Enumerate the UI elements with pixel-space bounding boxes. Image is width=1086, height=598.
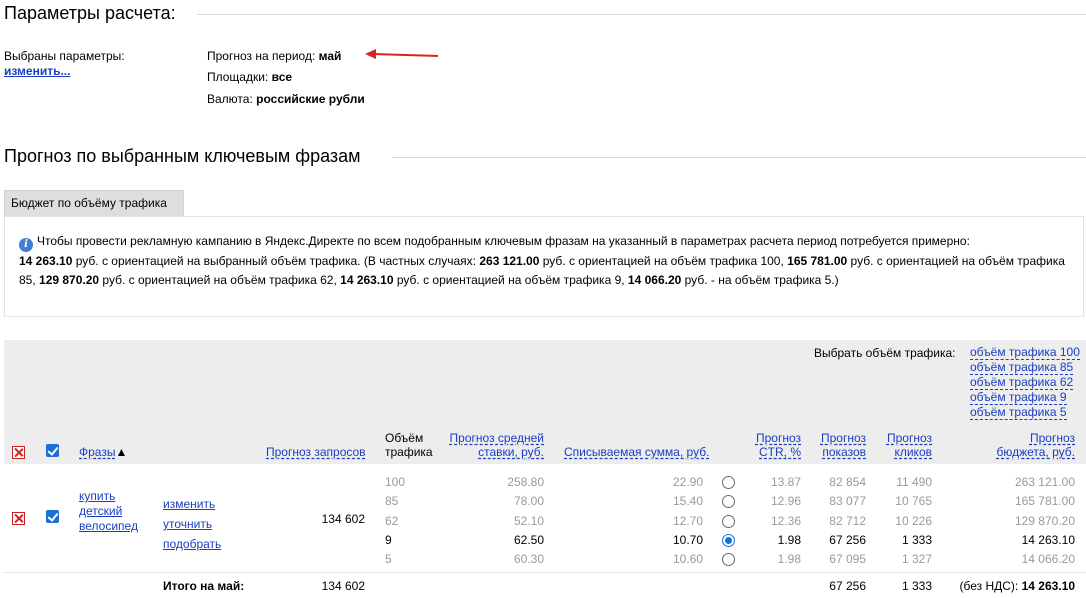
row-budget: 14 263.10 — [1021, 533, 1075, 547]
traffic-select-label: Выбрать объём трафика: — [814, 346, 956, 360]
row-bid: 62.50 — [513, 533, 544, 547]
row-clicks: 1 333 — [901, 533, 932, 547]
traffic-option-85[interactable]: объём трафика 85 — [970, 360, 1074, 375]
row-charge: 10.60 — [672, 552, 703, 566]
row-traffic: 85 — [385, 494, 399, 508]
traffic-option-9[interactable]: объём трафика 9 — [970, 390, 1067, 405]
total-label: Итого на май: — [163, 579, 245, 593]
phrase-actions: изменить уточнить подобрать — [163, 494, 221, 554]
total-divider — [4, 572, 1086, 573]
divider — [392, 157, 1086, 158]
budget-header[interactable]: Прогноз бюджета, руб. — [960, 431, 1076, 459]
params-heading: Параметры расчета: — [4, 3, 176, 23]
platforms-value: все — [271, 70, 293, 84]
row-budget: 263 121.00 — [1014, 475, 1075, 489]
traffic-option-5[interactable]: объём трафика 5 — [970, 405, 1067, 420]
select-all-checkbox[interactable] — [46, 444, 59, 457]
traffic-radio[interactable] — [722, 534, 735, 547]
traffic-radio[interactable] — [722, 495, 735, 508]
delete-all-checkbox[interactable] — [12, 446, 25, 459]
period-label: Прогноз на период: — [207, 49, 316, 63]
currency-line: Валюта: российские рубли — [207, 92, 365, 106]
ctr-header[interactable]: Прогноз CTR, % — [730, 431, 801, 459]
row-charge: 12.70 — [672, 514, 703, 528]
row-bid: 258.80 — [507, 475, 544, 489]
total-budget: (без НДС): 14 263.10 — [959, 579, 1075, 593]
period-value: май — [318, 49, 342, 63]
row-impressions: 83 077 — [829, 494, 866, 508]
row-budget: 14 066.20 — [1021, 552, 1075, 566]
row-ctr: 1.98 — [777, 552, 801, 566]
row-traffic: 9 — [385, 533, 392, 547]
charge-header[interactable]: Списываемая сумма, руб. — [564, 445, 709, 459]
traffic-radio[interactable] — [722, 553, 735, 566]
red-arrow-annotation — [365, 49, 439, 59]
row-bid: 60.30 — [513, 552, 544, 566]
delete-phrase-checkbox[interactable] — [12, 512, 25, 525]
row-clicks: 1 327 — [901, 552, 932, 566]
phrases-header[interactable]: Фразы▲ — [79, 445, 127, 459]
platforms-label: Площадки: — [207, 70, 269, 84]
row-charge: 10.70 — [672, 533, 703, 547]
platforms-line: Площадки: все — [207, 70, 292, 84]
row-traffic: 5 — [385, 552, 392, 566]
row-ctr: 1.98 — [777, 533, 801, 547]
row-charge: 22.90 — [672, 475, 703, 489]
sort-asc-icon: ▲ — [115, 445, 128, 459]
phrase-checkbox[interactable] — [46, 510, 59, 523]
traffic-radio[interactable] — [722, 515, 735, 528]
currency-value: российские рубли — [256, 92, 365, 106]
impressions-header[interactable]: Прогноз показов — [800, 431, 866, 459]
total-requests: 134 602 — [321, 579, 365, 593]
total-impressions: 67 256 — [829, 579, 866, 593]
phrase-requests: 134 602 — [321, 512, 365, 526]
phrase-text[interactable]: купить детский велосипед — [79, 489, 138, 534]
requests-header[interactable]: Прогноз запросов — [266, 445, 366, 459]
total-clicks: 1 333 — [901, 579, 932, 593]
row-traffic: 100 — [385, 475, 406, 489]
row-clicks: 11 490 — [896, 475, 932, 489]
period-line: Прогноз на период: май — [207, 49, 341, 63]
traffic-option-62[interactable]: объём трафика 62 — [970, 375, 1074, 390]
forecast-heading: Прогноз по выбранным ключевым фразам — [4, 146, 361, 166]
selected-params-label: Выбраны параметры: — [4, 49, 125, 63]
tab-budget-by-traffic[interactable]: Бюджет по объёму трафика — [4, 190, 184, 216]
clicks-header[interactable]: Прогноз кликов — [866, 431, 932, 459]
traffic-select-options: объём трафика 100 объём трафика 85 объём… — [970, 345, 1080, 420]
divider — [197, 14, 1086, 15]
traffic-option-100[interactable]: объём трафика 100 — [970, 345, 1080, 360]
phrases-sort-link[interactable]: Фразы — [79, 445, 115, 459]
row-impressions: 82 712 — [829, 514, 866, 528]
bid-header[interactable]: Прогноз средней ставки, руб. — [430, 431, 544, 459]
currency-label: Валюта: — [207, 92, 253, 106]
edit-phrase-link[interactable]: изменить — [163, 497, 215, 511]
row-traffic: 62 — [385, 514, 399, 528]
row-ctr: 12.36 — [770, 514, 801, 528]
change-params-link[interactable]: изменить... — [4, 64, 70, 78]
refine-phrase-link[interactable]: уточнить — [163, 517, 212, 531]
row-bid: 52.10 — [513, 514, 544, 528]
row-impressions: 67 256 — [829, 533, 866, 547]
pick-phrase-link[interactable]: подобрать — [163, 537, 221, 551]
budget-info-box: i Чтобы провести рекламную кампанию в Янд… — [4, 216, 1084, 317]
traffic-radio[interactable] — [722, 476, 735, 489]
row-impressions: 82 854 — [829, 475, 866, 489]
row-clicks: 10 765 — [895, 494, 932, 508]
row-budget: 165 781.00 — [1014, 494, 1075, 508]
row-impressions: 67 095 — [829, 552, 866, 566]
row-bid: 78.00 — [513, 494, 544, 508]
row-charge: 15.40 — [672, 494, 703, 508]
row-budget: 129 870.20 — [1014, 514, 1075, 528]
row-clicks: 10 226 — [895, 514, 932, 528]
row-ctr: 13.87 — [770, 475, 801, 489]
traffic-header: Объём трафика — [385, 431, 433, 459]
info-icon: i — [19, 238, 33, 252]
row-ctr: 12.96 — [770, 494, 801, 508]
